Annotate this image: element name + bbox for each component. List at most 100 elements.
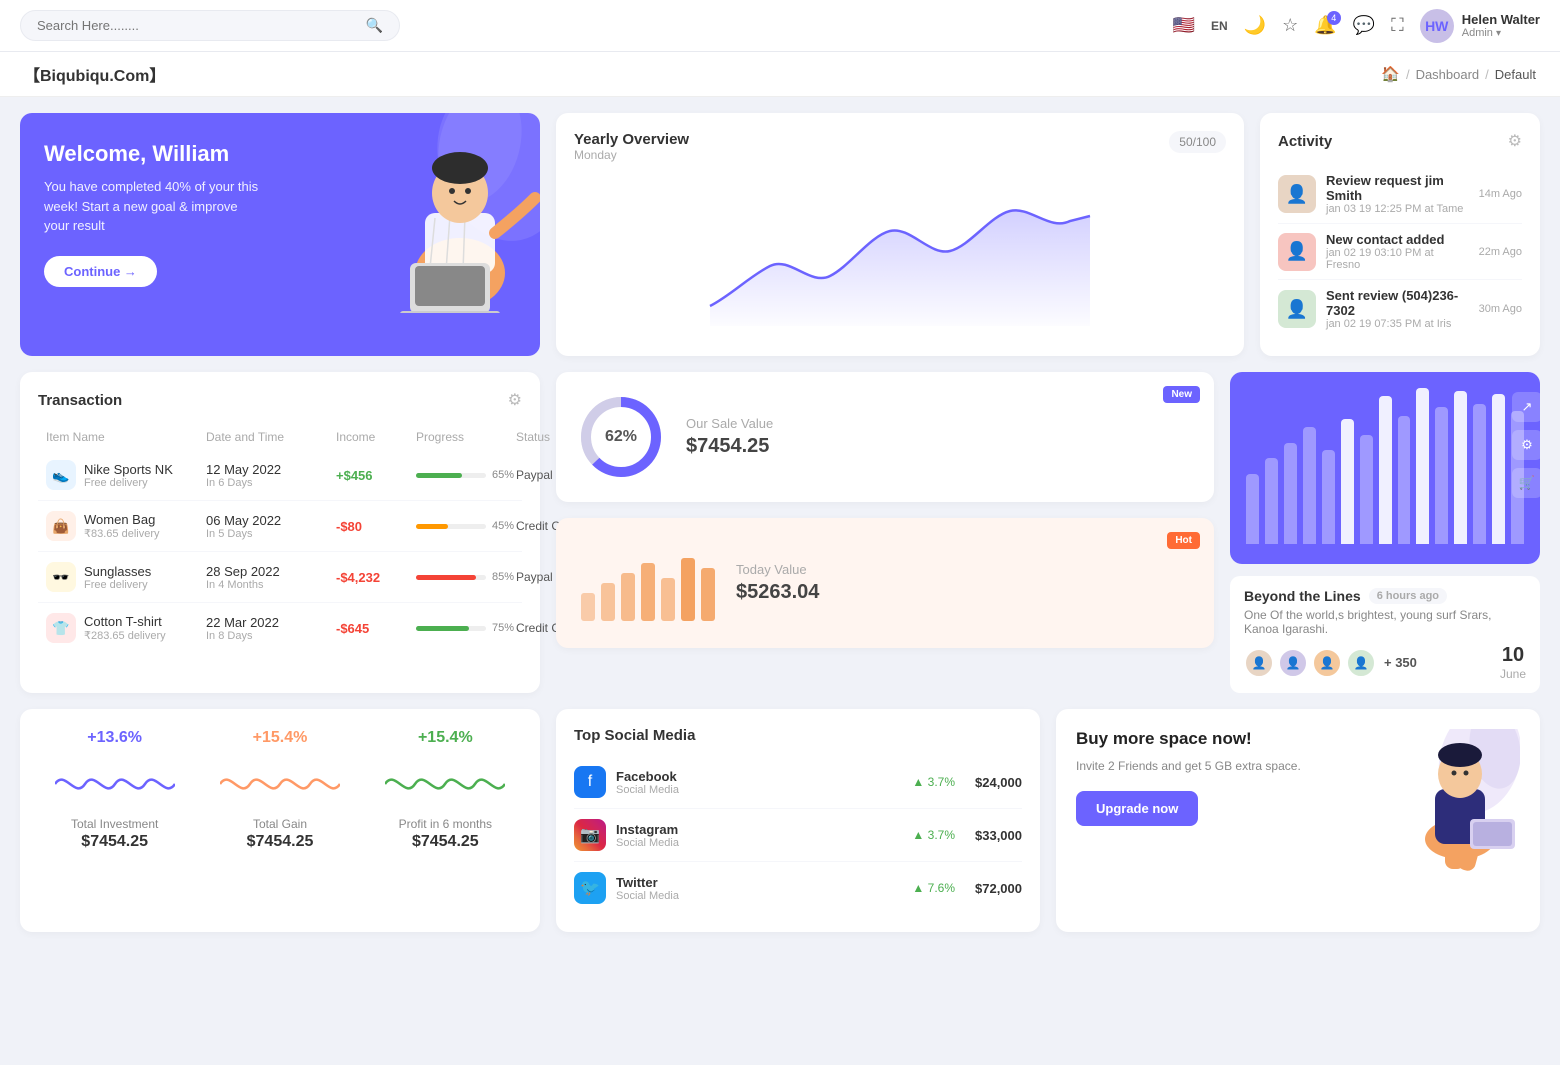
date-cell-4: 22 Mar 2022 In 8 Days xyxy=(206,615,336,642)
social-media-card: Top Social Media f Facebook Social Media… xyxy=(556,709,1040,932)
stat-1-label: Total Investment xyxy=(71,817,158,831)
search-container[interactable]: 🔍 xyxy=(20,10,400,41)
chat-icon[interactable]: 💬 xyxy=(1353,15,1375,36)
instagram-val: $33,000 xyxy=(975,828,1022,843)
beyond-time: 6 hours ago xyxy=(1369,588,1447,604)
income-2: -$80 xyxy=(336,519,416,534)
hot-badge: Hot xyxy=(1167,532,1200,549)
stats-card: +13.6% Total Investment $7454.25 +15.4% … xyxy=(20,709,540,932)
search-input[interactable] xyxy=(37,18,358,33)
buy-space-card: Buy more space now! Invite 2 Friends and… xyxy=(1056,709,1540,932)
share-icon[interactable]: ↗ xyxy=(1512,392,1540,422)
bar-10 xyxy=(1416,388,1429,544)
instagram-pct: ▲ 3.7% xyxy=(912,828,955,842)
top-navigation: 🔍 🇺🇸 EN 🌙 ☆ 🔔 4 💬 ⛶ HW Helen Walter Admi… xyxy=(0,0,1560,52)
welcome-illustration xyxy=(350,113,540,313)
facebook-val: $24,000 xyxy=(975,775,1022,790)
transaction-settings-icon[interactable]: ⚙ xyxy=(508,390,522,410)
breadcrumb-dashboard[interactable]: Dashboard xyxy=(1416,67,1480,82)
bar-4 xyxy=(1303,427,1316,544)
user-profile[interactable]: HW Helen Walter Admin ▾ xyxy=(1420,9,1540,43)
item-name-3: Sunglasses xyxy=(84,564,151,579)
new-badge: New xyxy=(1163,386,1200,403)
facebook-icon: f xyxy=(574,766,606,798)
moon-icon[interactable]: 🌙 xyxy=(1244,15,1266,36)
sale-info: Our Sale Value $7454.25 xyxy=(686,416,773,458)
table-header: Item Name Date and Time Income Progress … xyxy=(38,424,522,450)
yearly-header: Yearly Overview Monday 50/100 xyxy=(574,131,1226,172)
bar-6 xyxy=(1341,419,1354,544)
row-3: +13.6% Total Investment $7454.25 +15.4% … xyxy=(20,709,1540,932)
welcome-text: You have completed 40% of your this week… xyxy=(44,177,264,236)
language-label[interactable]: EN xyxy=(1211,19,1228,33)
user-role: Admin ▾ xyxy=(1462,27,1540,39)
item-cell-2: 👜 Women Bag ₹83.65 delivery xyxy=(46,511,206,541)
item-sub-3: Free delivery xyxy=(84,579,151,591)
stat-2-percent: +15.4% xyxy=(253,729,308,747)
donut-chart: 62% xyxy=(576,392,666,482)
social-title: Top Social Media xyxy=(574,727,1022,744)
buy-text-area: Buy more space now! Invite 2 Friends and… xyxy=(1076,729,1388,826)
breadcrumb-current: Default xyxy=(1495,67,1536,82)
bar-2 xyxy=(1265,458,1278,544)
activity-avatar-2: 👤 xyxy=(1278,233,1316,271)
item-cell-3: 🕶️ Sunglasses Free delivery xyxy=(46,562,206,592)
activity-item: 👤 New contact added jan 02 19 03:10 PM a… xyxy=(1278,224,1522,280)
activity-date-2: jan 02 19 03:10 PM at Fresno xyxy=(1326,247,1469,271)
today-info: Today Value $5263.04 xyxy=(736,562,819,604)
beyond-desc: One Of the world,s brightest, young surf… xyxy=(1244,608,1526,636)
bar-chart-area xyxy=(1246,388,1524,548)
table-row: 👕 Cotton T-shirt ₹283.65 delivery 22 Mar… xyxy=(38,603,522,653)
fullscreen-icon[interactable]: ⛶ xyxy=(1391,15,1404,36)
social-row-instagram: 📷 Instagram Social Media ▲ 3.7% $33,000 xyxy=(574,809,1022,862)
facebook-name: Facebook xyxy=(616,769,679,784)
stat-2: +15.4% Total Gain $7454.25 xyxy=(205,729,354,851)
welcome-card: Welcome, William You have completed 40% … xyxy=(20,113,540,356)
notification-wrapper[interactable]: 🔔 4 xyxy=(1314,15,1336,36)
search-icon: 🔍 xyxy=(366,17,383,34)
continue-button[interactable]: Continue → xyxy=(44,256,157,287)
item-sub-4: ₹283.65 delivery xyxy=(84,629,166,642)
user-name: Helen Walter xyxy=(1462,12,1540,27)
income-1: +$456 xyxy=(336,468,416,483)
col-income: Income xyxy=(336,430,416,444)
facebook-pct: ▲ 3.7% xyxy=(912,775,955,789)
activity-info-2: New contact added jan 02 19 03:10 PM at … xyxy=(1326,232,1469,271)
bar-5 xyxy=(1322,450,1335,544)
progress-cell-3: 85% xyxy=(416,571,516,583)
social-row-twitter: 🐦 Twitter Social Media ▲ 7.6% $72,000 xyxy=(574,862,1022,914)
activity-info-1: Review request jim Smith jan 03 19 12:25… xyxy=(1326,173,1469,215)
sale-value: $7454.25 xyxy=(686,435,773,458)
upgrade-button[interactable]: Upgrade now xyxy=(1076,791,1198,826)
activity-settings-icon[interactable]: ⚙ xyxy=(1508,131,1522,151)
stat-3-percent: +15.4% xyxy=(418,729,473,747)
progress-cell-2: 45% xyxy=(416,520,516,532)
stat-3: +15.4% Profit in 6 months $7454.25 xyxy=(371,729,520,851)
bar-7 xyxy=(1360,435,1373,544)
item-name-1: Nike Sports NK xyxy=(84,462,173,477)
brand-logo[interactable]: 【Biqubiqu.Com】 xyxy=(24,62,165,86)
breadcrumb-bar: 【Biqubiqu.Com】 🏠 / Dashboard / Default xyxy=(0,52,1560,97)
stat-2-label: Total Gain xyxy=(253,817,307,831)
chart-settings-icon[interactable]: ⚙ xyxy=(1512,430,1540,460)
today-bar-chart xyxy=(576,543,716,623)
cart-icon[interactable]: 🛒 xyxy=(1512,468,1540,498)
activity-time-1: 14m Ago xyxy=(1479,188,1522,200)
avatar: HW xyxy=(1420,9,1454,43)
col-progress: Progress xyxy=(416,430,516,444)
bar-chart-card: ↗ ⚙ 🛒 xyxy=(1230,372,1540,564)
bar-chart-section: ↗ ⚙ 🛒 Beyond the Lines 6 hours ago One O… xyxy=(1230,372,1540,693)
item-name-4: Cotton T-shirt xyxy=(84,614,166,629)
activity-item: 👤 Sent review (504)236-7302 jan 02 19 07… xyxy=(1278,280,1522,338)
star-icon[interactable]: ☆ xyxy=(1282,15,1298,36)
bar-9 xyxy=(1398,416,1411,544)
home-icon[interactable]: 🏠 xyxy=(1381,65,1400,83)
beyond-avatars: 👤 👤 👤 👤 + 350 10 June xyxy=(1244,644,1526,681)
date-cell-1: 12 May 2022 In 6 Days xyxy=(206,462,336,489)
social-row-facebook: f Facebook Social Media ▲ 3.7% $24,000 xyxy=(574,756,1022,809)
donut-label: 62% xyxy=(605,428,637,446)
instagram-type: Social Media xyxy=(616,837,679,849)
yearly-chart xyxy=(574,176,1226,326)
activity-header: Activity ⚙ xyxy=(1278,131,1522,151)
item-sub-1: Free delivery xyxy=(84,477,173,489)
